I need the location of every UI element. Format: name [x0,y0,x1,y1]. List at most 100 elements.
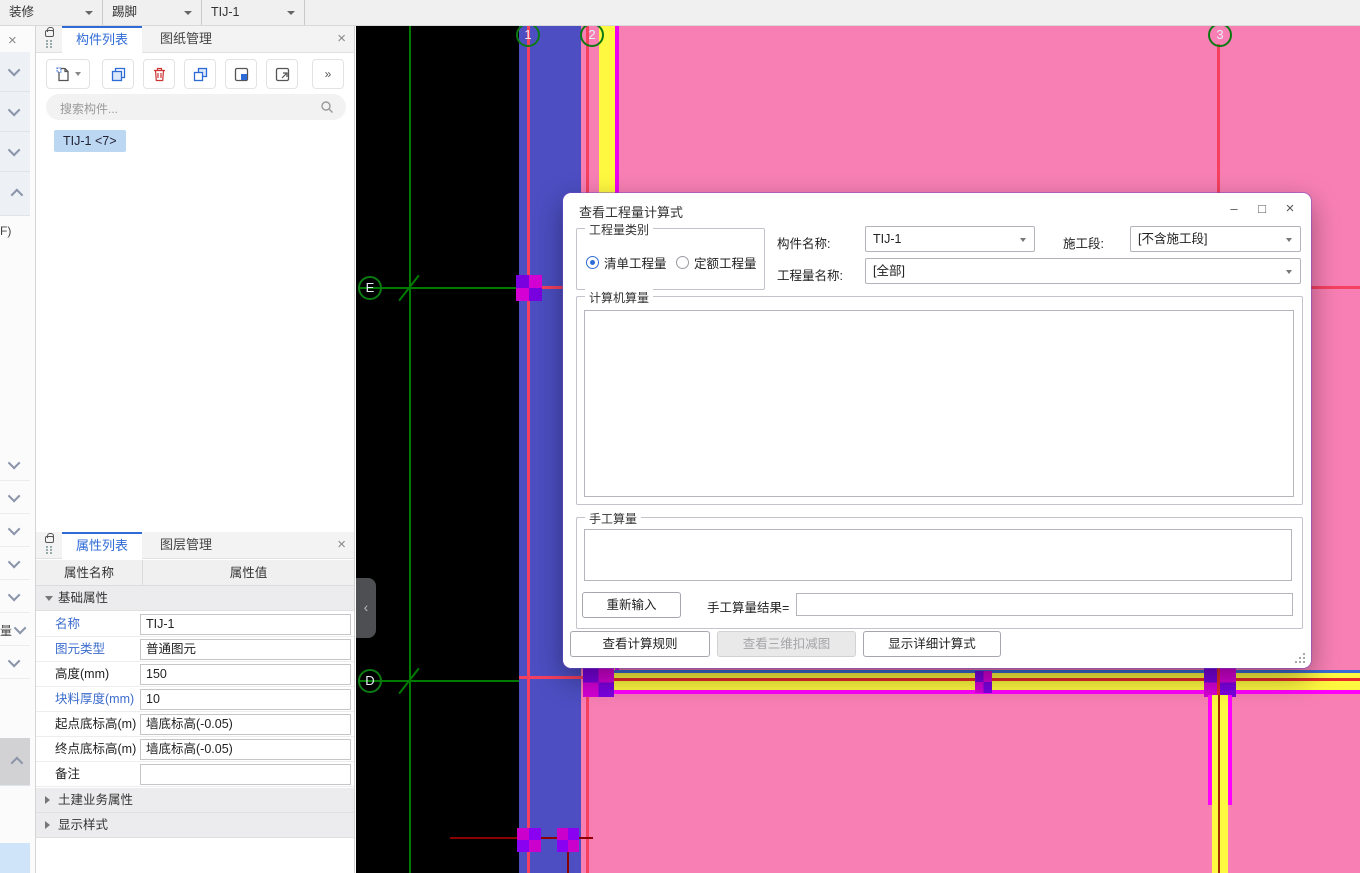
property-group-basic[interactable]: 基础属性 [36,586,354,611]
collapsed-section-toggle[interactable] [0,448,30,481]
delete-component-button[interactable] [143,59,175,89]
panel-lock-icon[interactable] [44,533,56,556]
property-value-input[interactable]: 墙底标高(-0.05) [140,739,351,760]
property-panel-header: 属性列表 图层管理 × [36,532,354,559]
component-type-dropdown[interactable]: 踢脚 [103,0,202,25]
radio-quota-quantity[interactable]: 定额工程量 [676,253,757,272]
resize-grip[interactable] [1295,653,1305,663]
save-archive-icon [234,67,248,81]
property-value-input[interactable]: 墙底标高(-0.05) [140,714,351,735]
tab-layer-management[interactable]: 图层管理 [146,532,226,559]
computer-quantity-textarea[interactable] [584,310,1294,497]
property-group-display-style[interactable]: 显示样式 [36,813,354,838]
radio-label: 清单工程量 [604,257,667,271]
tab-property-list[interactable]: 属性列表 [62,532,143,559]
component-dropdown[interactable]: TIJ-1 [202,0,305,25]
chevron-down-icon [7,588,20,601]
view-calc-rules-button[interactable]: 查看计算规则 [570,631,710,657]
axis-bubble-e[interactable]: E [358,276,382,300]
new-component-button[interactable] [46,59,90,89]
lower-wall-yellow [1212,695,1228,873]
collapsed-section-toggle[interactable] [0,646,30,679]
property-panel: 属性列表 图层管理 × 属性名称 属性值 基础属性 名称 TIJ-1 图元类型 … [36,532,355,873]
show-detailed-formula-button[interactable]: 显示详细计算式 [863,631,1001,657]
panel-lock-icon[interactable] [44,27,56,50]
axis-line-3-lower [1217,668,1220,697]
manual-result-input[interactable] [796,593,1293,616]
chevron-down-icon [7,489,20,502]
column-header-name: 属性名称 [36,560,143,586]
manual-quantity-textarea[interactable] [584,529,1292,581]
component-list-item[interactable]: TIJ-1 <7> [54,130,126,152]
property-value-input[interactable]: TIJ-1 [140,614,351,635]
collapsed-section-toggle[interactable]: 量 [0,613,30,646]
specialty-dropdown[interactable]: 装修 [0,0,103,25]
copy-icon [111,67,125,81]
collapsed-section-toggle[interactable] [0,514,30,547]
property-row-block-thickness: 块料厚度(mm) 10 [36,687,354,712]
property-name[interactable]: 名称 [55,612,80,637]
combo-value: [全部] [873,264,905,278]
radio-list-quantity[interactable]: 清单工程量 [586,253,667,272]
collapsed-section-toggle[interactable] [0,172,30,216]
rail-selected-item[interactable] [0,843,30,873]
more-tools-button[interactable]: » [312,59,344,89]
chevron-down-icon [7,63,20,77]
collapsed-section-toggle[interactable] [0,481,30,514]
maximize-button[interactable]: □ [1251,200,1273,218]
collapsed-section-toggle[interactable] [0,132,30,172]
copy-component-button[interactable] [102,59,134,89]
collapsed-section-toggle[interactable] [0,92,30,132]
property-group-civil[interactable]: 土建业务属性 [36,788,354,813]
layer-copy-icon [193,67,207,81]
property-name[interactable]: 块料厚度(mm) [55,687,134,712]
component-dropdown-value: TIJ-1 [211,5,240,19]
left-collapse-rail: × F) 量 [0,26,36,873]
store-component-button[interactable] [225,59,257,89]
panel-collapse-handle[interactable]: ‹ [356,578,376,638]
tab-component-list[interactable]: 构件列表 [62,26,143,53]
band-yellow [583,673,1360,690]
component-toolbar: » [46,59,346,91]
property-name: 起点底标高(m) [55,717,137,731]
rail-partial-label: F) [0,224,12,238]
collapsed-section-toggle[interactable] [0,52,30,92]
component-name-combo[interactable]: TIJ-1 [865,226,1035,252]
layer-copy-button[interactable] [184,59,216,89]
close-icon[interactable]: × [337,30,346,47]
band-magenta-line [583,690,1360,694]
close-button[interactable]: × [1279,200,1301,218]
group-label: 工程量类别 [585,221,654,238]
chevron-down-icon [7,103,20,117]
chevron-down-icon [7,555,20,568]
green-grid-vline [409,26,411,873]
rail-close-button[interactable]: × [8,32,17,49]
column-header-value: 属性值 [229,566,268,580]
property-value-input[interactable]: 普通图元 [140,639,351,660]
property-value-input[interactable] [140,764,351,785]
axis-bubble-d[interactable]: D [358,669,382,693]
reinput-button[interactable]: 重新输入 [582,592,681,618]
collapsed-section-toggle[interactable] [0,580,30,613]
property-name: 高度(mm) [55,667,110,681]
dropdown-arrow-icon [74,72,81,76]
minimize-button[interactable]: – [1223,200,1245,218]
property-value-input[interactable]: 10 [140,689,351,710]
component-type-dropdown-value: 踢脚 [112,5,138,19]
tab-drawing-management[interactable]: 图纸管理 [146,26,226,53]
collapsed-section-toggle[interactable] [0,547,30,580]
property-row-start-elevation: 起点底标高(m) 墙底标高(-0.05) [36,712,354,737]
component-name-label: 构件名称: [777,237,831,251]
property-row-remark: 备注 [36,762,354,787]
quantity-name-combo[interactable]: [全部] [865,258,1301,284]
construction-section-combo[interactable]: [不含施工段] [1130,226,1301,252]
component-search-input[interactable]: 搜索构件... [46,94,346,120]
property-value-input[interactable]: 150 [140,664,351,685]
view-3d-deduction-button[interactable]: 查看三维扣减图 [717,631,856,657]
close-icon[interactable]: × [337,536,346,553]
property-name[interactable]: 图元类型 [55,637,105,662]
extract-component-button[interactable] [266,59,298,89]
search-icon [321,101,333,113]
expanded-section-toggle[interactable] [0,738,30,786]
quantity-name-label: 工程量名称: [777,269,843,283]
